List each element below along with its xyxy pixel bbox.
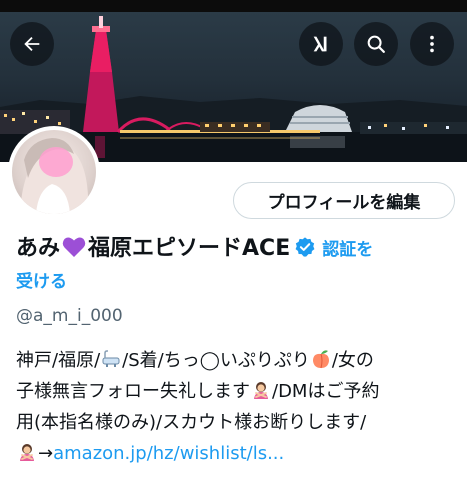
- more-vertical-icon: [430, 35, 434, 53]
- person-gesturing-no-icon: [254, 382, 268, 399]
- bio-text: /S着/ちっ◯いぷりぷり: [122, 350, 310, 371]
- bio-text: /DMはご予約: [272, 381, 380, 402]
- arrow-text: →: [38, 443, 54, 464]
- display-name-part2: 福原エピソードACE: [88, 236, 291, 261]
- bio-line-1: 神戸/福原/ /S着/ちっ◯いぷりぷり /女の: [16, 345, 456, 376]
- grok-button[interactable]: [299, 22, 343, 66]
- bathtub-icon: [102, 350, 120, 367]
- bio-text: 子様無言フォロー失礼します: [16, 381, 250, 402]
- bio-line-4: →amazon.jp/hz/wishlist/ls...: [16, 438, 456, 469]
- profile-handle: @a_m_i_000: [16, 306, 123, 326]
- wishlist-link[interactable]: amazon.jp/hz/wishlist/ls...: [53, 443, 284, 464]
- arrow-left-icon: [24, 36, 40, 52]
- verified-badge-icon: [295, 237, 315, 257]
- bio-text: 神戸/福原/: [16, 350, 101, 371]
- edit-profile-button[interactable]: プロフィールを編集: [233, 182, 455, 219]
- bio-line-3: 用(本指名様のみ)/スカウト様お断りします/: [16, 407, 456, 438]
- bio-text: 用(本指名様のみ)/スカウト様お断りします/: [16, 412, 367, 433]
- peach-icon: [312, 350, 329, 369]
- status-bar: [0, 0, 467, 12]
- profile-avatar[interactable]: [8, 126, 100, 218]
- get-verified-link-continued[interactable]: 受ける: [16, 267, 67, 297]
- profile-bio: 神戸/福原/ /S着/ちっ◯いぷりぷり /女の 子様無言フォロー失礼します /D…: [16, 345, 456, 469]
- more-button[interactable]: [410, 22, 454, 66]
- profile-name-row: あみ 福原エピソードACE 認証を: [16, 233, 456, 266]
- person-gesturing-no-icon: [20, 444, 34, 461]
- bio-text: /女の: [331, 350, 374, 371]
- display-name-part1: あみ: [16, 236, 61, 261]
- bio-line-2: 子様無言フォロー失礼します /DMはご予約: [16, 376, 456, 407]
- search-icon: [367, 35, 385, 53]
- back-button[interactable]: [10, 22, 54, 66]
- purple-heart-icon: [62, 237, 86, 257]
- avatar-image: [12, 130, 96, 214]
- search-button[interactable]: [354, 22, 398, 66]
- get-verified-link[interactable]: 認証を: [322, 240, 373, 260]
- grok-icon: [313, 36, 327, 52]
